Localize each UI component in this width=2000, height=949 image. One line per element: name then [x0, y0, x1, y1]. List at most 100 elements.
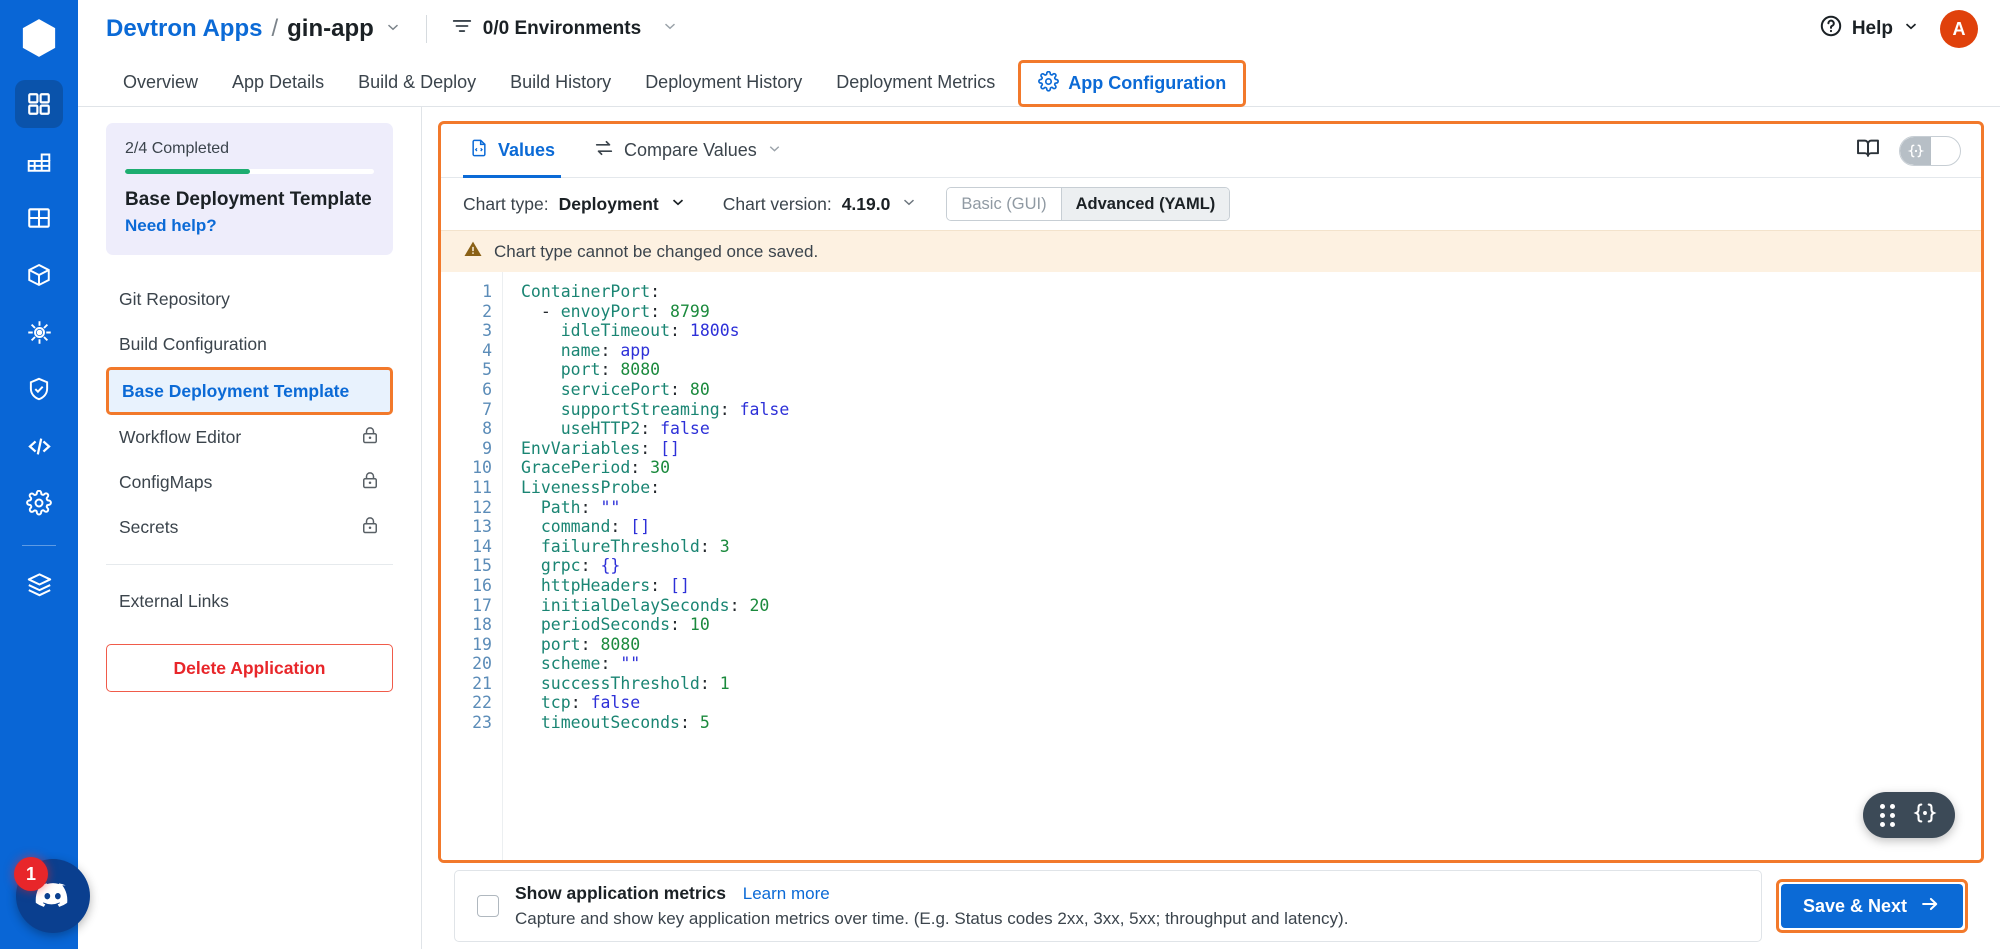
compare-arrows-icon	[593, 137, 615, 164]
devtron-logo-icon[interactable]	[15, 14, 63, 62]
sidebar-item-label: Workflow Editor	[119, 427, 241, 448]
sidebar-item-build-configuration[interactable]: Build Configuration	[106, 322, 393, 367]
tab-app-configuration[interactable]: App Configuration	[1018, 60, 1246, 107]
chart-type-value[interactable]: Deployment	[559, 194, 659, 215]
line-number: 8	[441, 419, 492, 439]
tab-deployment-metrics[interactable]: Deployment Metrics	[819, 58, 1012, 106]
mode-basic-gui-button[interactable]: Basic (GUI)	[947, 188, 1060, 220]
code-line: successThreshold: 1	[521, 674, 1981, 694]
tab-deployment-history[interactable]: Deployment History	[628, 58, 819, 106]
discord-icon[interactable]: 1	[16, 859, 90, 933]
line-number: 23	[441, 713, 492, 733]
save-next-highlight: Save & Next	[1776, 879, 1968, 933]
line-number: 3	[441, 321, 492, 341]
line-number: 13	[441, 517, 492, 537]
rail-item-code[interactable]	[15, 422, 63, 470]
show-application-metrics-checkbox[interactable]	[477, 895, 499, 917]
editor-main: Values Compare Values	[422, 107, 2000, 949]
tab-app-details[interactable]: App Details	[215, 58, 341, 106]
learn-more-link[interactable]: Learn more	[743, 884, 830, 903]
tab-overview[interactable]: Overview	[106, 58, 215, 106]
help-menu[interactable]: Help	[1819, 14, 1920, 44]
rail-item-clusters[interactable]	[15, 194, 63, 242]
save-and-next-button[interactable]: Save & Next	[1781, 884, 1963, 928]
tab-build-history[interactable]: Build History	[493, 58, 628, 106]
save-next-label: Save & Next	[1803, 896, 1907, 917]
editor-tab-bar-actions	[1855, 124, 1981, 177]
rail-item-deployments[interactable]	[15, 308, 63, 356]
rail-item-chart-store[interactable]	[15, 251, 63, 299]
editor-floating-toolbar[interactable]	[1863, 792, 1955, 838]
braces-scan-icon[interactable]	[1912, 800, 1938, 830]
filter-icon	[451, 15, 473, 43]
book-icon[interactable]	[1855, 135, 1881, 166]
line-number: 12	[441, 498, 492, 518]
arrow-right-icon	[1919, 893, 1941, 920]
editor-controls-bar: Chart type: Deployment Chart version: 4.…	[441, 178, 1981, 230]
drag-dots-icon[interactable]	[1880, 804, 1896, 827]
progress-card: 2/4 Completed Base Deployment Template N…	[106, 123, 393, 255]
environments-selector[interactable]: 0/0 Environments	[451, 15, 679, 43]
yaml-code-editor[interactable]: 1234567891011121314151617181920212223 Co…	[441, 272, 1981, 860]
page-body: 2/4 Completed Base Deployment Template N…	[78, 107, 2000, 949]
code-line: command: []	[521, 517, 1981, 537]
code-line: name: app	[521, 341, 1981, 361]
need-help-link[interactable]: Need help?	[125, 216, 374, 236]
rail-item-global-config[interactable]	[15, 479, 63, 527]
app-nav-tabs: Overview App Details Build & Deploy Buil…	[78, 58, 2000, 107]
chevron-down-icon[interactable]	[900, 193, 918, 216]
breadcrumb-separator: /	[271, 15, 278, 43]
sidebar-item-secrets[interactable]: Secrets	[106, 505, 393, 550]
rail-item-applications[interactable]	[15, 80, 63, 128]
sidebar-item-base-deployment-template[interactable]: Base Deployment Template	[106, 367, 393, 415]
tab-build-deploy[interactable]: Build & Deploy	[341, 58, 493, 106]
sidebar-divider	[106, 564, 393, 565]
breadcrumb-devtron-apps[interactable]: Devtron Apps	[106, 15, 262, 43]
chevron-down-icon[interactable]	[384, 18, 402, 41]
app-root: 1 Devtron Apps / gin-app 0/0 Environment…	[0, 0, 2000, 949]
mode-advanced-yaml-button[interactable]: Advanced (YAML)	[1061, 188, 1230, 220]
sidebar-item-configmaps[interactable]: ConfigMaps	[106, 460, 393, 505]
lock-icon	[360, 470, 380, 495]
rail-item-security[interactable]	[15, 365, 63, 413]
yaml-code-content[interactable]: ContainerPort: - envoyPort: 8799 idleTim…	[503, 272, 1981, 860]
chart-type-warning-banner: Chart type cannot be changed once saved.	[441, 230, 1981, 272]
warning-triangle-icon	[463, 239, 483, 264]
tab-values[interactable]: Values	[463, 124, 561, 177]
chart-version-value[interactable]: 4.19.0	[842, 194, 891, 215]
line-number: 15	[441, 556, 492, 576]
delete-application-button[interactable]: Delete Application	[106, 644, 393, 692]
gear-icon	[1038, 71, 1059, 97]
tab-compare-values[interactable]: Compare Values	[587, 124, 789, 177]
code-line: supportStreaming: false	[521, 400, 1981, 420]
code-line: timeoutSeconds: 5	[521, 713, 1981, 733]
rail-item-jobs[interactable]	[15, 137, 63, 185]
chevron-down-icon[interactable]	[669, 193, 687, 216]
line-number: 5	[441, 360, 492, 380]
sidebar-item-external-links[interactable]: External Links	[106, 579, 393, 624]
chevron-down-icon	[1902, 17, 1920, 41]
warning-text: Chart type cannot be changed once saved.	[494, 242, 818, 262]
json-view-toggle[interactable]	[1899, 136, 1961, 166]
breadcrumb-app-name: gin-app	[287, 15, 374, 43]
line-number: 14	[441, 537, 492, 557]
progress-completed-label: 2/4 Completed	[125, 140, 374, 158]
sidebar-item-workflow-editor[interactable]: Workflow Editor	[106, 415, 393, 460]
sidebar-item-label: External Links	[119, 591, 229, 612]
code-line: periodSeconds: 10	[521, 615, 1981, 635]
avatar[interactable]: A	[1940, 10, 1978, 48]
sidebar-item-label: Git Repository	[119, 289, 230, 310]
progress-step-title: Base Deployment Template	[125, 189, 374, 211]
sidebar-item-git-repository[interactable]: Git Repository	[106, 277, 393, 322]
question-circle-icon	[1819, 14, 1843, 44]
metrics-description: Capture and show key application metrics…	[515, 909, 1348, 929]
editor-mode-toggle: Basic (GUI) Advanced (YAML)	[946, 187, 1230, 221]
code-line: initialDelaySeconds: 20	[521, 596, 1981, 616]
rail-item-stack-manager[interactable]	[15, 560, 63, 608]
rail-divider	[22, 545, 56, 546]
line-number: 17	[441, 596, 492, 616]
chart-version-label: Chart version:	[723, 194, 832, 215]
line-number: 1	[441, 282, 492, 302]
code-line: scheme: ""	[521, 654, 1981, 674]
code-line: port: 8080	[521, 635, 1981, 655]
